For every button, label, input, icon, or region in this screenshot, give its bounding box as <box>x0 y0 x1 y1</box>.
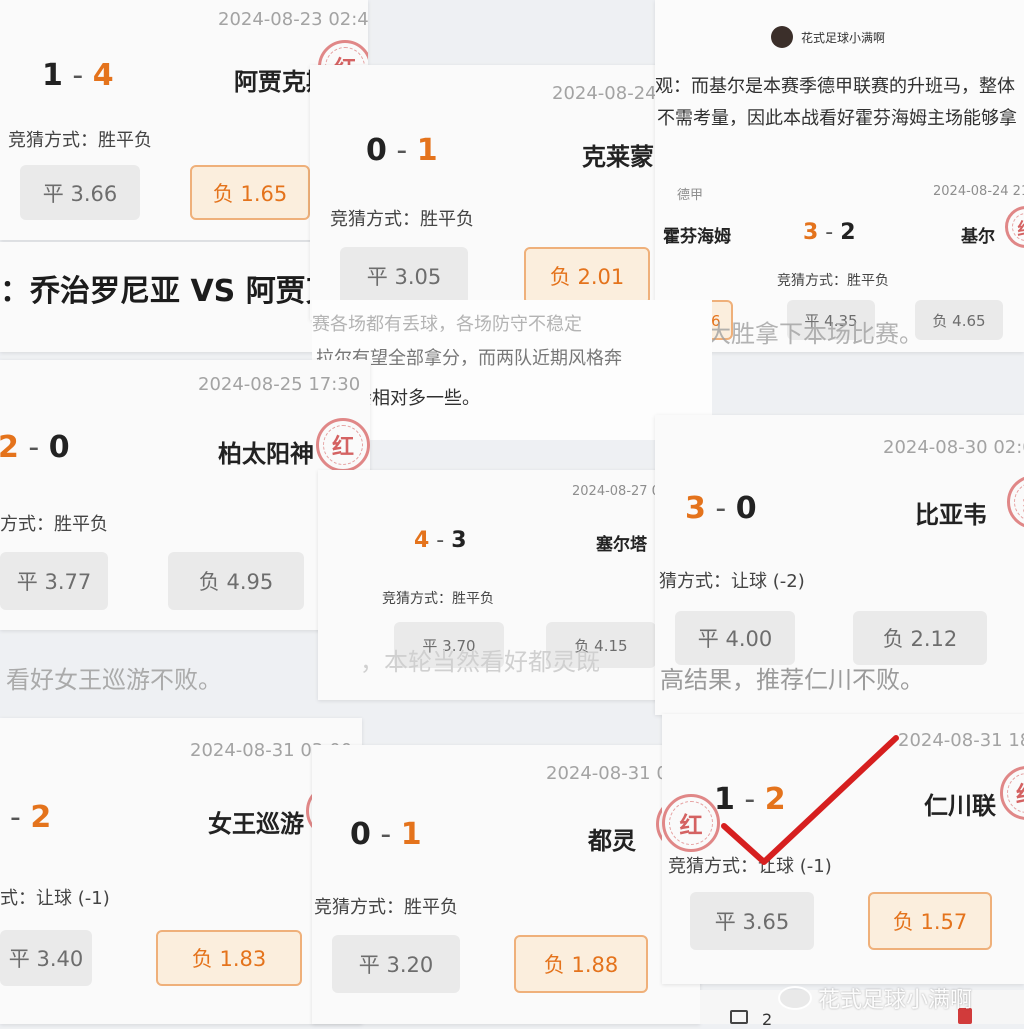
odds-draw-button[interactable]: 平 3.20 <box>332 935 460 993</box>
score: 1 - 4 <box>42 58 114 93</box>
score: 2 - 0 <box>0 430 70 465</box>
match-date: 2024-08-30 02:00 <box>883 437 1024 458</box>
bet-method: 竞猜方式：胜平负 <box>330 209 474 230</box>
bet-method: 猜方式：让球 (-2) <box>659 571 805 592</box>
match-card-sun-gods: 2024-08-25 17:30 2 - 0 柏太阳神 红 方式：胜平负 平 3… <box>0 360 370 630</box>
score-home: 2 <box>0 430 19 465</box>
odds-lose-button[interactable]: 负 2.12 <box>853 611 987 665</box>
title-strip: ：乔治罗尼亚 VS 阿贾克 <box>0 242 330 352</box>
score-away: 0 <box>48 430 70 465</box>
analysis-card: 赛各场都有丢球，各场防守不稳定 拉尔有望全部拿分，而两队近期风格奔 可能会相对多… <box>312 300 712 440</box>
score-home: 3 <box>685 491 706 526</box>
red-stamp-icon: 红 <box>316 418 370 472</box>
score-home: 1 <box>42 58 63 93</box>
overlay-text: 看好女王巡游不败。 <box>6 666 222 694</box>
author-avatar[interactable] <box>771 26 793 48</box>
team-name: 塞尔塔 <box>596 535 647 555</box>
odds-draw-button[interactable]: 平 3.77 <box>0 552 108 610</box>
odds-draw-button[interactable]: 平 3.40 <box>0 930 92 986</box>
bet-method: 式：让球 (-1) <box>0 888 110 909</box>
score: 4 - 3 <box>414 528 467 553</box>
team-name: 女王巡游 <box>208 810 304 838</box>
odds-lose-button[interactable]: 负 4.65 <box>915 300 1003 340</box>
overlay-text: 高结果，推荐仁川不败。 <box>660 666 924 694</box>
match-date: 2024-08-25 17:30 <box>198 374 361 395</box>
score-away: 0 <box>735 491 757 526</box>
team-away: 基尔 <box>961 227 995 247</box>
team-name: 克莱蒙 <box>582 143 654 171</box>
red-stamp-icon: 红 <box>1000 766 1024 820</box>
red-stamp-icon: 红 <box>662 794 720 852</box>
match-card-clermont: 2024-08-24 02:00 0 - 1 克莱蒙 红 竞猜方式：胜平负 平 … <box>310 65 680 320</box>
team-home: 霍芬海姆 <box>663 227 731 247</box>
score: 0 - 1 <box>366 133 438 168</box>
match-date: 2024-08-23 02:45 <box>218 9 368 30</box>
watermark-text: 花式足球小满啊 <box>818 988 973 1013</box>
score-away: 1 <box>416 133 438 168</box>
score-home: 0 <box>350 817 371 852</box>
watermark: 花式足球小满啊 <box>778 982 972 1014</box>
odds-draw-button[interactable]: 平 3.05 <box>340 247 468 305</box>
team-name: 都灵 <box>588 827 636 855</box>
score: 1 - 2 <box>714 782 786 817</box>
odds-lose-button[interactable]: 负 1.83 <box>156 930 302 986</box>
bet-method: 竞猜方式：胜平负 <box>382 591 494 607</box>
score: - 2 <box>10 800 52 835</box>
odds-draw-button[interactable]: 平 3.65 <box>690 892 814 950</box>
comment-count: 2 <box>762 1010 773 1029</box>
odds-lose-button[interactable]: 负 4.95 <box>168 552 304 610</box>
match-date: 2024-08-24 21:30 <box>933 184 1024 199</box>
match-card-torino: 2024-08-31 00:30 0 - 1 都灵 红 竞猜方式：胜平负 平 3… <box>312 745 700 1024</box>
score: 3 - 0 <box>685 491 757 526</box>
team-name: 比亚韦 <box>915 501 987 529</box>
bet-method: 竞猜方式：胜平负 <box>777 273 889 289</box>
overlay-text: ，本轮当然看好都灵既 <box>360 648 600 676</box>
odds-draw-button[interactable]: 平 3.66 <box>20 165 140 220</box>
comment-icon[interactable] <box>730 1010 748 1024</box>
bet-method: 竞猜方式：胜平负 <box>8 130 152 151</box>
score-home: 4 <box>414 528 430 553</box>
match-title: ：乔治罗尼亚 VS 阿贾克 <box>0 274 330 309</box>
score-home: 3 <box>803 220 819 245</box>
bet-method: 竞猜方式：胜平负 <box>314 897 458 918</box>
odds-lose-button[interactable]: 负 2.01 <box>524 247 650 305</box>
score-away: 2 <box>764 782 786 817</box>
bet-method: 方式：胜平负 <box>0 514 108 535</box>
team-name: 仁川联 <box>924 792 996 820</box>
overlay-text: 够大胜拿下本场比赛。 <box>683 320 923 348</box>
author-name[interactable]: 花式足球小满啊 <box>801 29 885 46</box>
odds-lose-button[interactable]: 负 1.57 <box>868 892 992 950</box>
match-card-incheon: 2024-08-31 18:30 1 - 2 仁川联 红 红 竞猜方式：让球 (… <box>662 714 1024 984</box>
analysis-line: 赛各场都有丢球，各场防守不稳定 <box>312 314 582 335</box>
score-away: 2 <box>840 220 856 245</box>
team-name: 柏太阳神 <box>218 440 314 468</box>
red-stamp-icon: 红 <box>1005 206 1024 248</box>
score: 3 - 2 <box>803 220 856 245</box>
analysis-line: 观：而基尔是本赛季德甲联赛的升班马，整体 <box>655 76 1015 97</box>
analysis-line: 不需考量，因此本战看好霍芬海姆主场能够拿 <box>657 108 1017 129</box>
league-label: 德甲 <box>677 188 704 203</box>
score: 0 - 1 <box>350 817 422 852</box>
bet-method: 竞猜方式：让球 (-1) <box>668 856 832 877</box>
odds-lose-button[interactable]: 负 1.88 <box>514 935 648 993</box>
score-away: 1 <box>400 817 422 852</box>
score-home: 0 <box>366 133 387 168</box>
odds-draw-button[interactable]: 平 4.00 <box>675 611 795 665</box>
score-away: 3 <box>451 528 467 553</box>
match-card-queens-cruise: 2024-08-31 03:00 - 2 女王巡游 红 式：让球 (-1) 平 … <box>0 718 362 1024</box>
score-away: 2 <box>30 800 52 835</box>
match-date: 2024-08-31 18:30 <box>898 730 1024 751</box>
odds-lose-button[interactable]: 负 1.65 <box>190 165 310 220</box>
weibo-logo-icon <box>778 986 812 1010</box>
red-stamp-icon: 红 <box>1007 475 1024 529</box>
score-away: 4 <box>92 58 114 93</box>
